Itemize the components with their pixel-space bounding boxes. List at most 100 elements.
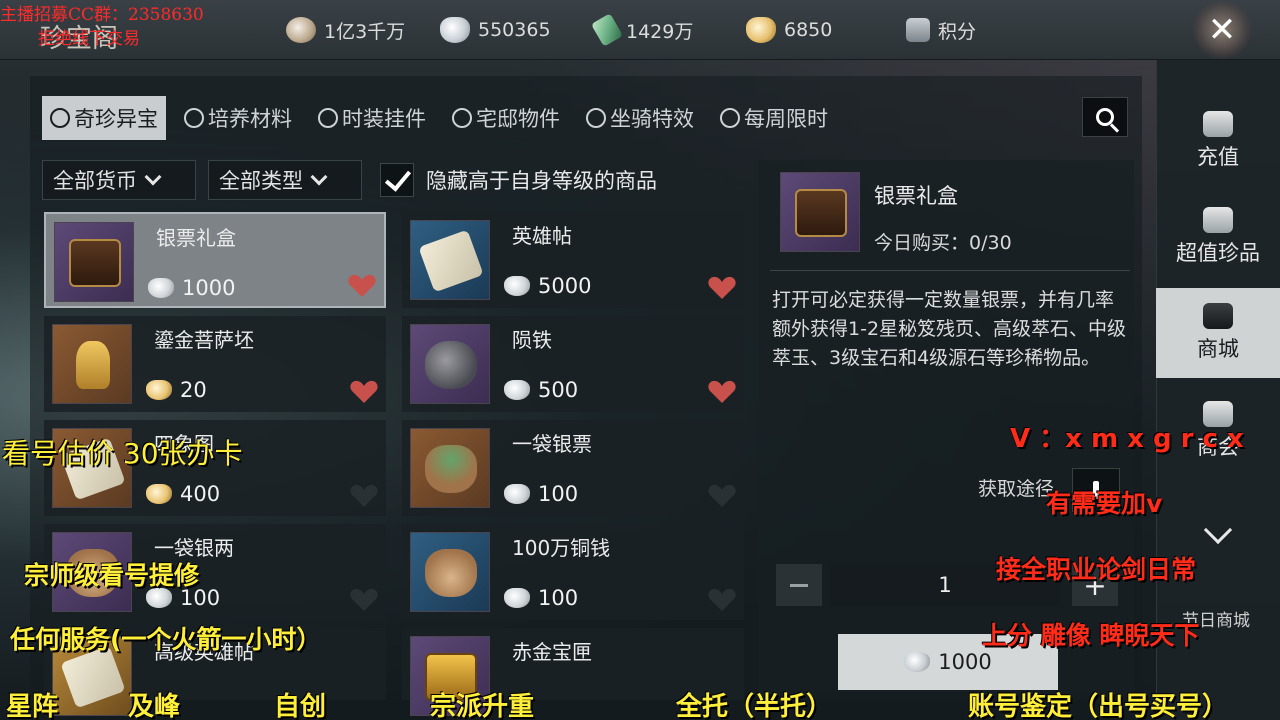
- shop-item-card[interactable]: 100万铜钱 100: [402, 524, 744, 620]
- overlay-warning-text: 拒绝线下交易: [38, 29, 140, 49]
- price-value: 100: [538, 586, 579, 610]
- item-price: 100: [504, 586, 578, 610]
- feather-icon: [184, 108, 204, 128]
- favorite-heart-icon[interactable]: [708, 484, 736, 508]
- tab-label: 培养材料: [208, 107, 292, 131]
- overlay-bottom-text: 全托（半托）: [676, 692, 833, 720]
- currency-filter-dropdown[interactable]: 全部货币: [42, 160, 196, 200]
- silver-ticket-icon: [504, 484, 530, 504]
- currency-value: 6850: [784, 19, 833, 41]
- item-price: 20: [146, 378, 207, 402]
- overlay-service-text: 接全职业论剑日常: [996, 555, 1197, 584]
- shop-item-card[interactable]: 鎏金菩萨坯 20: [44, 316, 386, 412]
- tab-materials[interactable]: 培养材料: [176, 96, 300, 140]
- currency-jade: 1429万: [590, 13, 694, 47]
- coin-icon: [286, 17, 316, 43]
- divider: [770, 270, 1130, 271]
- item-name: 银票礼盒: [156, 226, 236, 250]
- sidenav-label: 超值珍品: [1176, 241, 1260, 265]
- fashion-icon: [318, 108, 338, 128]
- item-name: 英雄帖: [512, 224, 572, 248]
- tab-label: 时装挂件: [342, 107, 426, 131]
- item-name: 陨铁: [512, 328, 552, 352]
- currency-value: 550365: [478, 19, 551, 41]
- minus-icon: [790, 583, 808, 587]
- price-value: 100: [538, 482, 579, 506]
- score-icon: [906, 18, 930, 42]
- sidenav-label: 商城: [1197, 337, 1239, 361]
- item-image: [410, 532, 490, 612]
- tab-housing[interactable]: 宅邸物件: [444, 96, 568, 140]
- overlay-bottom-text: 账号鉴定（出号买号）: [968, 692, 1229, 720]
- source-label: 获取途径: [978, 478, 1055, 500]
- favorite-heart-icon[interactable]: [708, 380, 736, 404]
- favorite-heart-icon[interactable]: [350, 380, 378, 404]
- tab-mounts[interactable]: 坐骑特效: [578, 96, 702, 140]
- price-value: 1000: [182, 276, 236, 300]
- currency-value: 1429万: [626, 20, 694, 43]
- buy-price: 1000: [938, 650, 992, 674]
- score-button[interactable]: 积分: [906, 16, 976, 44]
- favorite-heart-icon[interactable]: [348, 274, 376, 298]
- bag-green-icon: [425, 445, 477, 493]
- close-button[interactable]: ✕: [1192, 0, 1252, 60]
- currency-gold: 6850: [746, 16, 832, 44]
- tab-weekly[interactable]: 每周限时: [712, 96, 836, 140]
- chevron-down-icon: [310, 168, 328, 186]
- favorite-heart-icon[interactable]: [350, 588, 378, 612]
- sidenav-item-recharge[interactable]: 充值: [1156, 96, 1280, 186]
- shop-item-card[interactable]: 一袋银票 100: [402, 420, 744, 516]
- item-price: 1000: [148, 276, 235, 300]
- currency-silver-ticket: 550365: [440, 16, 551, 44]
- price-value: 500: [538, 378, 579, 402]
- item-price: 400: [146, 482, 220, 506]
- item-image: [52, 324, 132, 404]
- shop-item-card[interactable]: 英雄帖 5000: [402, 212, 744, 308]
- treasure-icon: [1203, 207, 1233, 233]
- currency-value: 1亿3千万: [324, 20, 406, 43]
- quantity-decrease-button[interactable]: [776, 564, 822, 606]
- detail-item-image: [780, 172, 860, 252]
- detail-purchase-limit: 今日购买：0/30: [874, 232, 1012, 254]
- chevron-down-icon: [144, 168, 162, 186]
- price-value: 5000: [538, 274, 592, 298]
- tab-label: 坐骑特效: [610, 107, 694, 131]
- house-icon: [452, 108, 472, 128]
- favorite-heart-icon[interactable]: [708, 276, 736, 300]
- checkbox[interactable]: [380, 163, 414, 197]
- item-image: [410, 324, 490, 404]
- tab-fashion[interactable]: 时装挂件: [310, 96, 434, 140]
- tab-label: 宅邸物件: [476, 107, 560, 131]
- dropdown-value: 全部类型: [219, 169, 303, 193]
- item-name: 鎏金菩萨坯: [154, 328, 254, 352]
- favorite-heart-icon[interactable]: [708, 588, 736, 612]
- favorite-heart-icon[interactable]: [350, 484, 378, 508]
- category-tabs: 奇珍异宝 培养材料 时装挂件 宅邸物件 坐骑特效 每周限时: [42, 96, 836, 140]
- tab-label: 每周限时: [744, 107, 828, 131]
- item-name: 赤金宝匣: [512, 640, 592, 664]
- silver-ticket-icon: [504, 380, 530, 400]
- silver-ticket-icon: [440, 17, 470, 43]
- tab-rare-treasures[interactable]: 奇珍异宝: [42, 96, 166, 140]
- shop-item-card[interactable]: 陨铁 500: [402, 316, 744, 412]
- type-filter-dropdown[interactable]: 全部类型: [208, 160, 362, 200]
- sidenav-item-value-treasures[interactable]: 超值珍品: [1156, 192, 1280, 282]
- shop-item-card[interactable]: 银票礼盒 1000: [44, 212, 386, 308]
- close-icon: ✕: [1207, 10, 1237, 50]
- chest-icon: [795, 189, 847, 237]
- search-button[interactable]: [1082, 97, 1128, 137]
- silver-ticket-icon: [148, 278, 174, 298]
- price-value: 400: [180, 482, 221, 506]
- price-value: 20: [180, 378, 207, 402]
- overlay-bottom-text: 星阵: [6, 692, 59, 720]
- gold-ingot-icon: [146, 380, 172, 400]
- overlay-bottom-text: 宗派升重: [430, 692, 535, 720]
- item-price: 5000: [504, 274, 591, 298]
- item-name: 100万铜钱: [512, 536, 611, 560]
- overlay-contact-text: 有需要加v: [1046, 489, 1163, 518]
- statue-icon: [76, 341, 110, 389]
- gold-ingot-icon: [146, 484, 172, 504]
- hide-higher-level-toggle[interactable]: 隐藏高于自身等级的商品: [380, 160, 657, 200]
- sidenav-item-mall[interactable]: 商城: [1156, 288, 1280, 378]
- item-image: [410, 428, 490, 508]
